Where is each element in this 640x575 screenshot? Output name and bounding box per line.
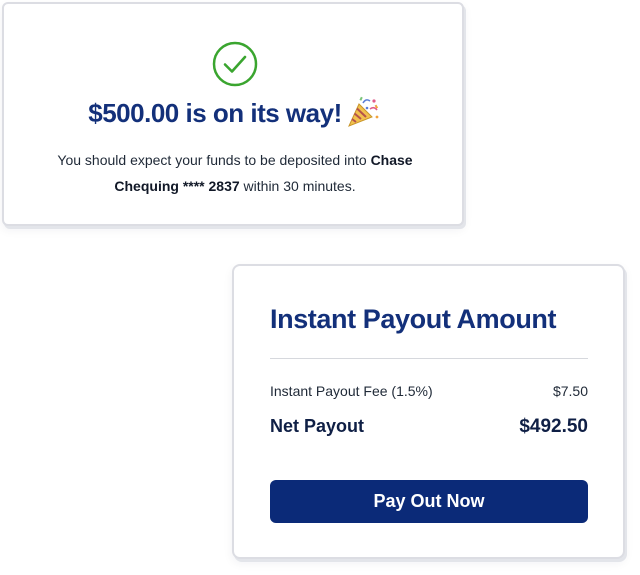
message-after: within 30 minutes. [239, 178, 356, 194]
fee-row: Instant Payout Fee (1.5%) $7.50 [270, 383, 588, 399]
party-popper-icon [347, 96, 379, 127]
net-payout-row: Net Payout $492.50 [270, 416, 588, 437]
fee-label: Instant Payout Fee (1.5%) [270, 383, 433, 399]
pay-out-now-button[interactable]: Pay Out Now [270, 480, 588, 523]
check-circle-icon [212, 41, 258, 87]
success-message: You should expect your funds to be depos… [34, 147, 436, 199]
message-before: You should expect your funds to be depos… [57, 152, 371, 168]
success-card: $500.00 is on its way! You should expect… [2, 2, 464, 226]
payout-title: Instant Payout Amount [270, 304, 557, 334]
divider [270, 358, 588, 359]
net-payout-label: Net Payout [270, 416, 365, 436]
net-payout-value: $492.50 [519, 416, 588, 437]
success-title: $500.00 is on its way! [4, 96, 464, 129]
success-title-text: $500.00 is on its way! [88, 98, 342, 128]
fee-value: $7.50 [552, 383, 588, 399]
payout-card: Instant Payout Amount Instant Payout Fee… [232, 264, 625, 559]
